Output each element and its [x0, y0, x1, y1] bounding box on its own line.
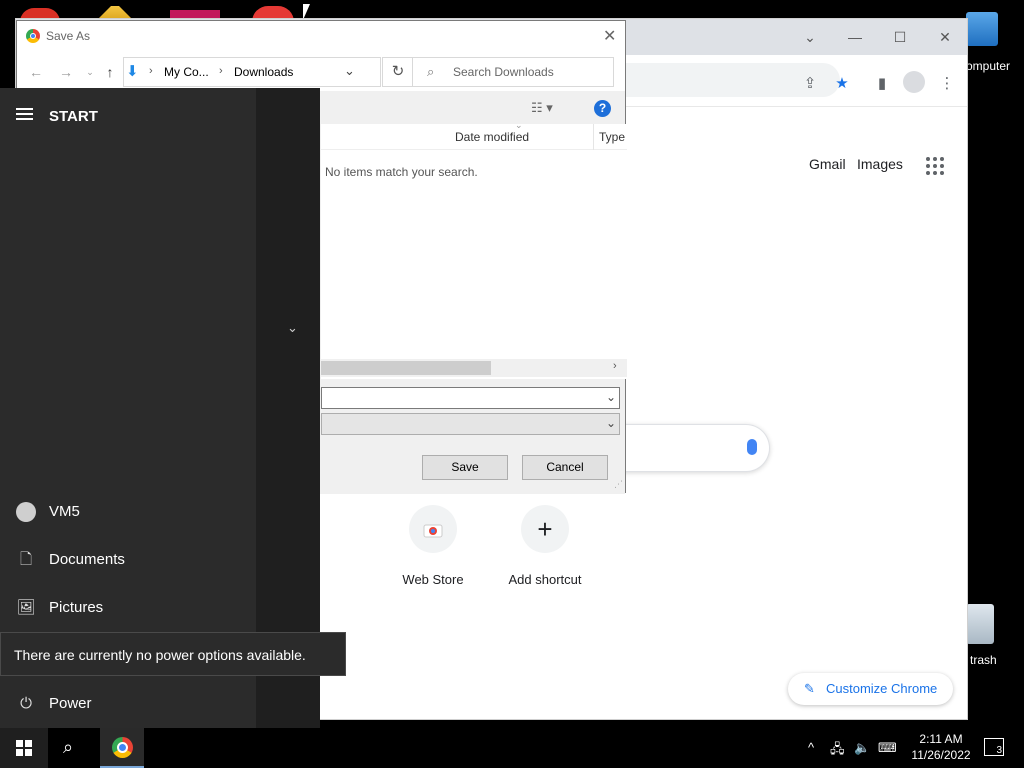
recent-locations-chevron-icon[interactable]: ⌄ [81, 63, 99, 81]
keyboard-icon[interactable]: ⌨ [878, 740, 897, 756]
start-item-documents[interactable]: 🗋 Documents [0, 536, 256, 584]
address-dropdown-chevron-icon[interactable]: ⌄ [344, 63, 355, 79]
taskbar: ⌕ ^ 🖧 🔈 ⌨ 3 [0, 728, 1024, 768]
breadcrumb-root[interactable]: My Co... [164, 65, 209, 79]
volume-icon[interactable]: 🔈 [854, 740, 870, 756]
start-item-pictures[interactable]: 🖼 Pictures [0, 584, 256, 632]
type-dropdown-chevron-icon[interactable]: ⌄ [606, 416, 616, 430]
downloads-arrow-icon: ⬇ [126, 63, 139, 80]
document-icon: 🗋 [19, 551, 33, 568]
bookmark-star-icon[interactable]: ★ [831, 73, 853, 95]
power-tooltip: There are currently no power options ava… [0, 632, 346, 676]
shortcut-add[interactable]: + Add shortcut [500, 505, 590, 587]
network-icon[interactable]: 🖧 [830, 740, 845, 762]
horizontal-scrollbar[interactable]: › [321, 359, 627, 377]
cancel-button[interactable]: Cancel [522, 455, 608, 480]
scrollbar-thumb[interactable] [321, 361, 491, 375]
file-type-select[interactable]: ⌄ [321, 413, 620, 435]
share-icon[interactable]: ⇪ [799, 73, 821, 95]
search-placeholder: Search Downloads [453, 65, 554, 79]
start-item-label: VM5 [49, 503, 80, 520]
minimize-button[interactable]: — [841, 27, 869, 47]
user-icon [16, 502, 36, 522]
refresh-button[interactable]: ↻ [382, 57, 414, 87]
save-button[interactable]: Save [422, 455, 508, 480]
maximize-button[interactable]: ☐ [886, 27, 914, 47]
chrome-logo-icon [26, 29, 40, 43]
customize-chrome-button[interactable]: ✎ Customize Chrome [788, 673, 953, 705]
customize-chrome-label: Customize Chrome [826, 681, 938, 696]
pictures-icon: 🖼 [16, 599, 36, 616]
chrome-menu-icon[interactable]: ⋮ [936, 73, 958, 95]
close-window-button[interactable]: ✕ [931, 27, 959, 47]
start-item-label: Power [49, 695, 92, 712]
hamburger-menu-icon[interactable] [16, 108, 33, 120]
address-bar[interactable]: ⬇ › My Co... › Downloads ⌄ [123, 57, 381, 87]
taskbar-clock[interactable]: 2:11 AM 11/26/2022 [904, 731, 978, 763]
side-panel-icon[interactable]: ▮ [871, 73, 893, 95]
forward-arrow-icon[interactable]: → [57, 63, 75, 81]
computer-icon[interactable] [966, 12, 998, 46]
breadcrumb-separator: › [219, 65, 223, 77]
tab-search-chevron-icon[interactable]: ⌄ [796, 27, 824, 47]
scroll-right-arrow-icon[interactable]: › [613, 360, 617, 372]
filename-dropdown-chevron-icon[interactable]: ⌄ [606, 390, 616, 404]
microphone-icon[interactable] [747, 439, 757, 455]
start-title: START [49, 108, 98, 125]
gmail-link[interactable]: Gmail [809, 156, 846, 172]
search-downloads-input[interactable]: ⌕ Search Downloads [412, 57, 614, 87]
empty-message: No items match your search. [325, 165, 478, 179]
column-header-row: ⌄ Date modified Type [321, 120, 627, 150]
chrome-taskbar-icon [112, 737, 133, 758]
start-item-power[interactable]: ⏻ Power [0, 680, 256, 728]
recycle-bin-icon[interactable] [966, 604, 994, 644]
dialog-title: Save As [46, 29, 91, 43]
start-item-user[interactable]: VM5 [0, 488, 256, 536]
power-icon: ⏻ [20, 695, 32, 712]
computer-label: omputer [966, 59, 1011, 73]
view-options-icon[interactable]: ☷ ▾ [531, 100, 553, 116]
expand-chevron-icon[interactable]: ⌄ [287, 320, 298, 336]
start-item-label: Pictures [49, 599, 104, 616]
clock-date: 11/26/2022 [911, 748, 971, 762]
trash-label: trash [970, 653, 997, 667]
breadcrumb-current[interactable]: Downloads [234, 65, 293, 79]
help-icon[interactable]: ? [594, 100, 611, 117]
shortcut-label: Web Store [402, 572, 464, 587]
column-type[interactable]: Type [599, 130, 625, 144]
clock-time: 2:11 AM [919, 732, 963, 746]
file-list-view[interactable] [321, 124, 627, 379]
column-date-modified[interactable]: Date modified [455, 130, 529, 144]
up-arrow-icon[interactable]: ↑ [101, 63, 119, 81]
search-taskbar-icon[interactable]: ⌕ [63, 737, 73, 758]
start-button[interactable] [0, 728, 48, 768]
back-arrow-icon[interactable]: ← [27, 63, 45, 81]
plus-icon: + [521, 505, 569, 553]
filename-input[interactable]: ⌄ [321, 387, 620, 409]
resize-grip-icon[interactable]: ⋰ [614, 479, 623, 490]
notification-count: 3 [996, 745, 1002, 756]
profile-avatar-icon[interactable] [903, 71, 925, 93]
web-store-icon [409, 505, 457, 553]
images-link[interactable]: Images [857, 156, 903, 172]
chrome-taskbar-button[interactable] [100, 728, 144, 768]
search-icon: ⌕ [427, 64, 435, 79]
breadcrumb-separator: › [149, 65, 153, 77]
start-item-label: Documents [49, 551, 125, 568]
google-apps-icon[interactable] [924, 155, 946, 177]
shortcut-web-store[interactable]: Web Store [388, 505, 478, 587]
save-as-titlebar: Save As ✕ [17, 21, 625, 51]
notification-center-icon[interactable]: 3 [984, 738, 1004, 756]
pencil-icon: ✎ [804, 681, 815, 696]
dialog-close-button[interactable]: ✕ [603, 26, 616, 46]
shortcut-label: Add shortcut [508, 572, 582, 587]
tray-overflow-chevron-icon[interactable]: ^ [808, 740, 814, 755]
column-divider [593, 124, 594, 150]
windows-logo-icon [16, 740, 32, 756]
